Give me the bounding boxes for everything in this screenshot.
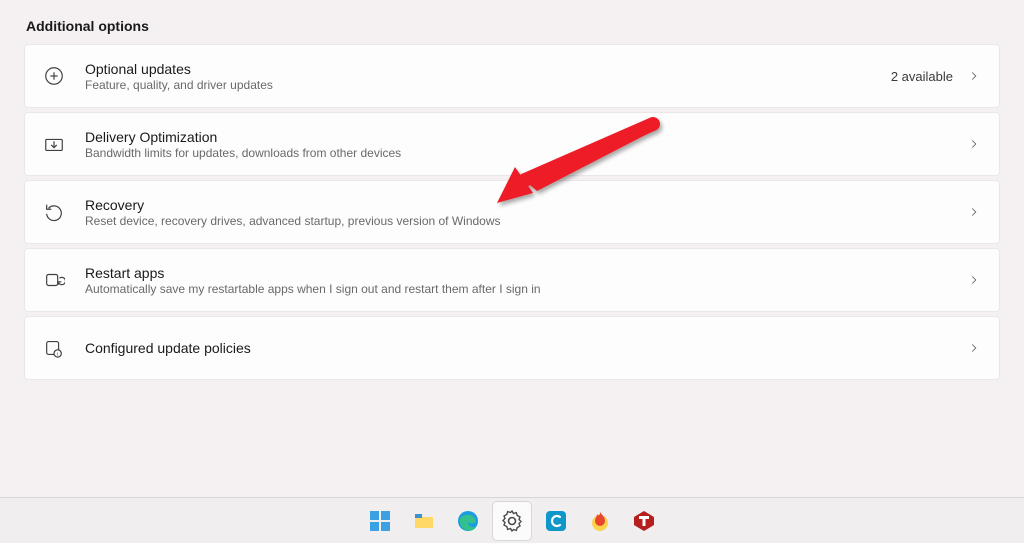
edge-icon [456,509,480,533]
taskbar-app-t[interactable] [625,502,663,540]
taskbar-start[interactable] [361,502,399,540]
settings-gear-icon [500,509,524,533]
option-title: Recovery [85,197,967,213]
taskbar-app-c[interactable] [537,502,575,540]
taskbar-settings[interactable] [493,502,531,540]
taskbar-file-explorer[interactable] [405,502,443,540]
plus-circle-icon [43,65,65,87]
option-right: 2 available [891,69,981,84]
option-subtitle: Reset device, recovery drives, advanced … [85,214,967,228]
taskbar-edge[interactable] [449,502,487,540]
option-configured-policies[interactable]: i Configured update policies [24,316,1000,380]
option-text: Recovery Reset device, recovery drives, … [85,197,967,228]
option-title: Delivery Optimization [85,129,967,145]
chevron-right-icon [967,137,981,151]
option-delivery-optimization[interactable]: Delivery Optimization Bandwidth limits f… [24,112,1000,176]
taskbar [0,497,1024,543]
restart-apps-icon [43,269,65,291]
c-app-icon [544,509,568,533]
option-title: Optional updates [85,61,891,77]
taskbar-app-fire[interactable] [581,502,619,540]
options-list: Optional updates Feature, quality, and d… [24,44,1000,380]
option-recovery[interactable]: Recovery Reset device, recovery drives, … [24,180,1000,244]
option-title: Configured update policies [85,340,967,356]
file-explorer-icon [412,509,436,533]
chevron-right-icon [967,341,981,355]
option-text: Delivery Optimization Bandwidth limits f… [85,129,967,160]
chevron-right-icon [967,273,981,287]
option-right [967,341,981,355]
option-subtitle: Automatically save my restartable apps w… [85,282,967,296]
option-subtitle: Feature, quality, and driver updates [85,78,891,92]
option-restart-apps[interactable]: Restart apps Automatically save my resta… [24,248,1000,312]
option-right [967,205,981,219]
chevron-right-icon [967,69,981,83]
recovery-icon [43,201,65,223]
option-text: Configured update policies [85,340,967,356]
option-status: 2 available [891,69,953,84]
t-app-icon [632,509,656,533]
option-optional-updates[interactable]: Optional updates Feature, quality, and d… [24,44,1000,108]
chevron-right-icon [967,205,981,219]
fire-app-icon [588,509,612,533]
windows-start-icon [368,509,392,533]
option-title: Restart apps [85,265,967,281]
option-right [967,137,981,151]
option-text: Restart apps Automatically save my resta… [85,265,967,296]
option-subtitle: Bandwidth limits for updates, downloads … [85,146,967,160]
section-title: Additional options [24,18,1000,34]
policy-icon: i [43,337,65,359]
download-box-icon [43,133,65,155]
option-text: Optional updates Feature, quality, and d… [85,61,891,92]
option-right [967,273,981,287]
